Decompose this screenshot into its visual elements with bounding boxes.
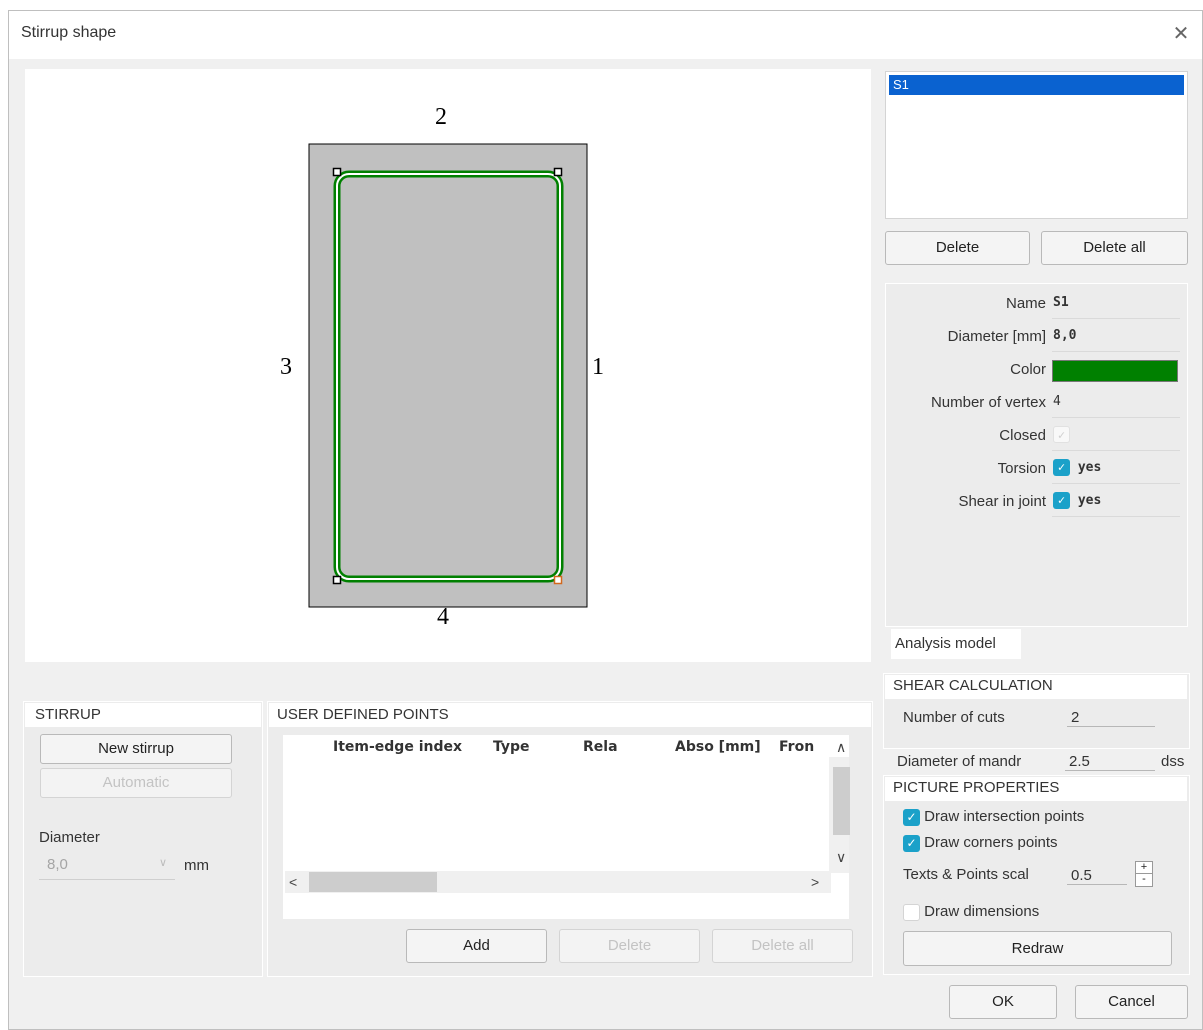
stirrup-shape-dialog: Stirrup shape ✕ 1 2 3 4 S1 Delete Delete…	[8, 10, 1203, 1030]
section-drawing: 1 2 3 4	[280, 104, 604, 630]
cancel-button[interactable]: Cancel	[1075, 985, 1188, 1019]
delete-all-stirrups-button[interactable]: Delete all	[1041, 231, 1188, 265]
side-label-3: 3	[280, 354, 292, 380]
column-rela[interactable]: Rela	[583, 739, 618, 755]
mandrel-unit: dss	[1161, 753, 1185, 770]
color-field[interactable]	[1052, 360, 1180, 385]
dialog-title: Stirrup shape	[21, 24, 117, 41]
properties-panel: Name S1 Diameter [mm] 8,0 Color Number o…	[885, 283, 1188, 627]
new-stirrup-button[interactable]: New stirrup	[40, 734, 232, 764]
number-of-cuts-label: Number of cuts	[903, 709, 1005, 726]
scale-spinner[interactable]: + -	[1135, 861, 1153, 887]
draw-corners-row[interactable]: ✓ Draw corners points	[903, 834, 1058, 852]
delete-all-points-button[interactable]: Delete all	[712, 929, 853, 963]
points-scale-field[interactable]: 0.5	[1067, 867, 1127, 885]
corner-point	[332, 575, 342, 585]
corner-point	[553, 167, 563, 177]
diameter-field[interactable]: 8,0	[1052, 327, 1180, 352]
close-icon[interactable]: ✕	[1168, 21, 1194, 47]
side-label-1: 1	[592, 354, 604, 380]
drawing-canvas[interactable]: 1 2 3 4	[25, 69, 871, 662]
delete-point-button[interactable]: Delete	[559, 929, 700, 963]
draw-intersection-row[interactable]: ✓ Draw intersection points	[903, 808, 1084, 826]
mandrel-diameter-label: Diameter of mandr	[897, 753, 1022, 770]
prop-shear-joint: Shear in joint ✓ yes	[886, 486, 1189, 519]
shear-joint-field[interactable]: ✓ yes	[1052, 492, 1180, 517]
cross-section	[308, 143, 588, 608]
mandrel-diameter-field[interactable]: 2.5	[1065, 753, 1155, 771]
prop-closed: Closed ✓	[886, 420, 1189, 453]
user-defined-points-title: USER DEFINED POINTS	[269, 703, 871, 727]
grid-horizontal-thumb[interactable]	[309, 872, 437, 892]
automatic-button[interactable]: Automatic	[40, 768, 232, 798]
torsion-field[interactable]: ✓ yes	[1052, 459, 1180, 484]
prop-torsion: Torsion ✓ yes	[886, 453, 1189, 486]
ok-button[interactable]: OK	[949, 985, 1057, 1019]
stirrup-group-title: STIRRUP	[25, 703, 261, 727]
draw-dimensions-checkbox[interactable]	[903, 903, 920, 921]
chevron-down-icon: ∨	[158, 857, 167, 869]
prop-diameter: Diameter [mm] 8,0	[886, 321, 1189, 354]
draw-corners-checkbox[interactable]: ✓	[903, 834, 920, 852]
column-abso[interactable]: Abso [mm]	[675, 739, 761, 755]
scroll-left-icon[interactable]: <	[289, 874, 297, 890]
stirrup-list[interactable]: S1	[885, 71, 1188, 219]
prop-name: Name S1	[886, 288, 1189, 321]
shear-calculation-title: SHEAR CALCULATION	[885, 675, 1187, 699]
side-label-2: 2	[435, 104, 447, 130]
column-from[interactable]: Fron	[779, 739, 829, 755]
picture-properties-title: PICTURE PROPERTIES	[885, 777, 1187, 801]
color-swatch[interactable]	[1052, 360, 1178, 382]
corner-point	[332, 167, 342, 177]
add-point-button[interactable]: Add	[406, 929, 547, 963]
scroll-down-icon[interactable]: ∨	[836, 849, 846, 866]
torsion-checkbox[interactable]: ✓	[1053, 459, 1070, 476]
shear-joint-checkbox[interactable]: ✓	[1053, 492, 1070, 509]
prop-color: Color	[886, 354, 1189, 387]
closed-field: ✓	[1052, 426, 1180, 451]
draw-intersection-checkbox[interactable]: ✓	[903, 808, 920, 826]
vertex-count: 4	[1052, 393, 1180, 418]
scroll-up-icon[interactable]: ∧	[836, 739, 846, 756]
name-field[interactable]: S1	[1052, 294, 1180, 319]
spin-down-icon[interactable]: -	[1136, 873, 1152, 885]
draw-dimensions-row[interactable]: Draw dimensions	[903, 903, 1039, 921]
points-scale-label: Texts & Points scal	[903, 866, 1029, 883]
stirrup-diameter-unit: mm	[184, 857, 209, 874]
scroll-right-icon[interactable]: >	[811, 874, 819, 890]
grid-vertical-thumb[interactable]	[833, 767, 850, 835]
stirrup-diameter-label: Diameter	[39, 829, 100, 846]
points-grid-header: Item-edge index Type Rela Abso [mm] Fron	[283, 735, 849, 763]
prop-vertex: Number of vertex 4	[886, 387, 1189, 420]
column-item-edge[interactable]: Item-edge index	[333, 739, 462, 755]
delete-stirrup-button[interactable]: Delete	[885, 231, 1030, 265]
number-of-cuts-field[interactable]: 2	[1067, 709, 1155, 727]
column-type[interactable]: Type	[493, 739, 530, 755]
title-bar: Stirrup shape ✕	[9, 11, 1202, 59]
tab-analysis-model[interactable]: Analysis model	[891, 629, 1021, 659]
side-label-4: 4	[437, 604, 449, 630]
corner-point-selected	[553, 575, 563, 585]
redraw-button[interactable]: Redraw	[903, 931, 1172, 966]
stirrup-diameter-select[interactable]: 8,0 ∨	[39, 852, 175, 880]
points-grid[interactable]	[283, 763, 849, 919]
list-item[interactable]: S1	[889, 75, 1184, 95]
spin-up-icon[interactable]: +	[1136, 862, 1152, 873]
closed-checkbox: ✓	[1053, 426, 1070, 443]
